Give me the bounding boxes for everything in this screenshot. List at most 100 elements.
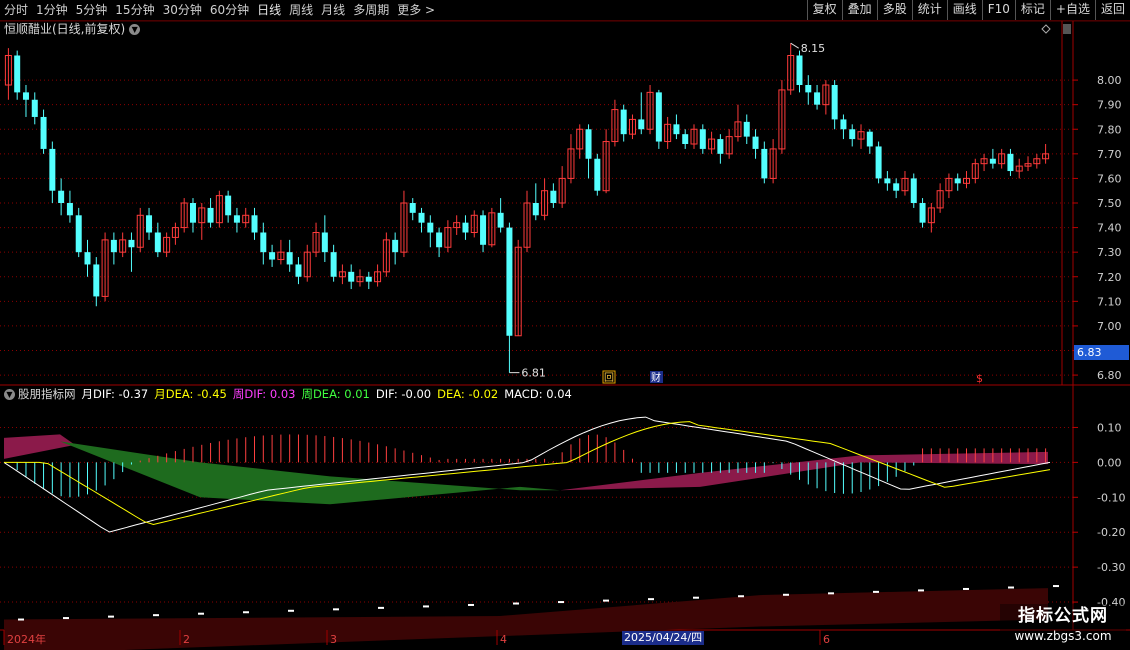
candle-body: [840, 119, 847, 130]
date-label: 2024年: [7, 632, 46, 646]
candle-body: [365, 276, 372, 282]
price-tick-label: 7.40: [1097, 222, 1122, 235]
candle-body: [814, 92, 821, 105]
candle-body: [884, 178, 891, 184]
monthly-dif-dot: [108, 615, 114, 618]
candle-body: [58, 190, 65, 203]
candle-body: [954, 178, 961, 184]
candle-body: [497, 212, 504, 228]
monthly-dif-dot: [423, 605, 429, 608]
candle-body: [532, 203, 539, 216]
monthly-dif-dot: [873, 590, 879, 593]
candle-body: [14, 55, 21, 93]
price-tick-label: 7.30: [1097, 246, 1122, 259]
date-label: 3: [330, 633, 337, 646]
candle-body: [110, 239, 117, 253]
price-tick-label: 7.10: [1097, 295, 1122, 308]
candle-body: [330, 252, 337, 277]
candle-body: [655, 92, 662, 142]
monthly-dif-dot: [1008, 586, 1014, 589]
monthly-dif-dot: [648, 598, 654, 601]
price-tick-label: 7.50: [1097, 197, 1122, 210]
candle-body: [409, 203, 416, 213]
diamond-icon: [1041, 24, 1051, 34]
monthly-dif-dot: [153, 614, 159, 617]
monthly-dif-dot: [603, 599, 609, 602]
candle-body: [919, 203, 926, 223]
monthly-dif-dot: [963, 587, 969, 590]
watermark-title: 指标公式网: [1018, 606, 1108, 626]
candle-body: [910, 178, 917, 203]
candle-body: [717, 139, 724, 154]
monthly-dif-dot: [63, 617, 69, 620]
candle-body: [1007, 153, 1014, 172]
candle-body: [269, 252, 276, 260]
high-marker-line: [790, 42, 799, 49]
date-label: 6: [823, 633, 830, 646]
monthly-dif-dot: [918, 589, 924, 592]
event-marker-financial: 财: [651, 371, 661, 384]
candle-body: [805, 85, 812, 93]
weekly-positive-band: [4, 434, 75, 459]
candle-body: [893, 183, 900, 191]
candle-body: [638, 119, 645, 130]
indicator-tick-label: -0.10: [1097, 491, 1125, 504]
candle-body: [875, 146, 882, 179]
candle-body: [620, 109, 627, 135]
event-marker-review: 回: [604, 372, 614, 384]
candle-body: [233, 215, 240, 223]
candle-body: [831, 85, 838, 120]
monthly-dif-dot: [243, 611, 249, 614]
candle-body: [154, 232, 161, 253]
candle-body: [93, 264, 100, 297]
candle-body: [66, 203, 73, 216]
candle-body: [761, 148, 768, 179]
monthly-dif-dot: [18, 618, 24, 621]
event-marker-dividend: $: [976, 372, 983, 385]
candle-body: [31, 99, 38, 117]
monthly-dif-dot: [693, 596, 699, 599]
candle-body: [348, 271, 355, 282]
monthly-dif-dot: [513, 602, 519, 605]
scroll-thumb: [1063, 24, 1071, 34]
monthly-dif-dot: [333, 608, 339, 611]
candle-body: [22, 92, 29, 100]
candle-body: [989, 158, 996, 164]
candle-body: [84, 252, 91, 265]
candle-body: [550, 190, 557, 203]
candle-body: [743, 121, 750, 137]
candle-body: [251, 215, 258, 233]
date-label: 4: [500, 633, 507, 646]
candle-body: [866, 131, 873, 147]
candle-body: [462, 222, 469, 233]
candle-body: [75, 215, 82, 253]
candle-body: [392, 239, 399, 253]
candle-body: [585, 129, 592, 159]
monthly-dif-dot: [558, 601, 564, 604]
monthly-dif-dot: [738, 595, 744, 598]
monthly-dif-dot: [783, 593, 789, 596]
price-tick-label: 7.60: [1097, 172, 1122, 185]
price-tick-label: 7.80: [1097, 123, 1122, 136]
kline-chart[interactable]: 8.00 7.90 7.80 7.70 7.60 7.50 7.40 7.30 7.20 7.10…: [0, 0, 1130, 650]
candle-body: [418, 212, 425, 223]
candle-body: [260, 232, 267, 253]
price-tick-label: 6.80: [1097, 369, 1122, 382]
candle-body: [752, 136, 759, 149]
candle-body: [506, 227, 513, 336]
price-tick-label: 7.00: [1097, 320, 1122, 333]
price-tick-label: 7.90: [1097, 99, 1122, 112]
candle-body: [849, 129, 856, 140]
candle-body: [321, 232, 328, 253]
monthly-dif-dot: [1053, 585, 1059, 588]
monthly-band: [4, 588, 1048, 650]
monthly-dif-dot: [198, 612, 204, 615]
monthly-dif-dot: [378, 606, 384, 609]
candle-body: [225, 195, 232, 216]
candle-body: [295, 264, 302, 277]
price-tick-label: 7.70: [1097, 148, 1122, 161]
indicator-tick-label: -0.20: [1097, 526, 1125, 539]
price-tick-label: 7.20: [1097, 271, 1122, 284]
indicator-tick-label: -0.30: [1097, 561, 1125, 574]
monthly-dif-dot: [468, 603, 474, 606]
